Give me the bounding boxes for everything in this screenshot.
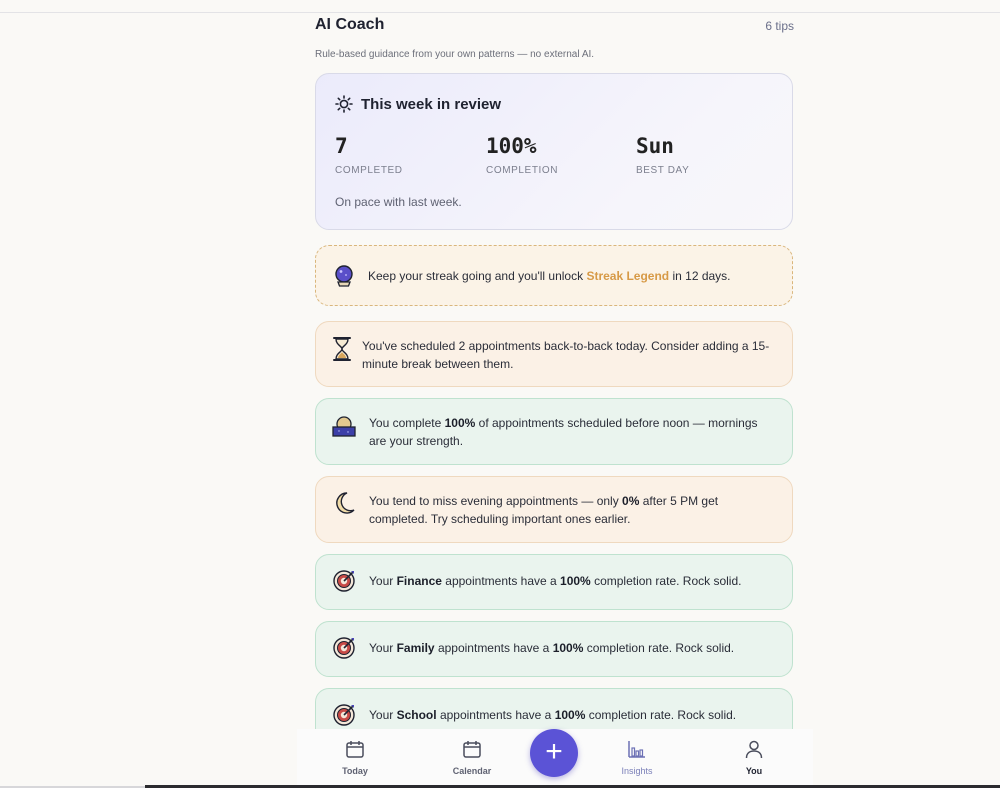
stat-value: Sun bbox=[636, 134, 674, 158]
hourglass-icon bbox=[333, 337, 351, 361]
nav-label: Today bbox=[342, 766, 368, 776]
tip-text: Your Finance appointments have a 100% co… bbox=[369, 574, 742, 588]
stat-value: 100% bbox=[486, 134, 537, 158]
bottom-nav: Today Calendar + Insights You bbox=[297, 729, 813, 785]
sunrise-icon bbox=[332, 416, 356, 437]
tip-card-evening[interactable]: You tend to miss evening appointments — … bbox=[315, 476, 793, 543]
calendar-day-icon bbox=[346, 741, 364, 758]
stat-label: BEST DAY bbox=[636, 165, 690, 176]
crystal-ball-icon bbox=[335, 265, 353, 287]
stat-label: COMPLETION bbox=[486, 165, 559, 176]
tip-card-finance[interactable]: Your Finance appointments have a 100% co… bbox=[315, 554, 793, 610]
stat-label: COMPLETED bbox=[335, 165, 403, 176]
tip-card-break[interactable]: You've scheduled 2 appointments back-to-… bbox=[315, 321, 793, 387]
tip-text: You've scheduled 2 appointments back-to-… bbox=[362, 339, 770, 371]
add-appointment-button[interactable]: + bbox=[530, 729, 578, 777]
stat-best-day: Sun BEST DAY bbox=[636, 133, 689, 176]
nav-today[interactable]: Today bbox=[320, 739, 390, 776]
tips-count[interactable]: 6 tips bbox=[765, 19, 794, 33]
stat-value: 7 bbox=[335, 134, 348, 158]
tip-card-family[interactable]: Your Family appointments have a 100% com… bbox=[315, 621, 793, 677]
target-icon bbox=[333, 704, 355, 726]
streak-badge-name: Streak Legend bbox=[586, 269, 670, 283]
week-review-card: This week in review 7 COMPLETED 100% COM… bbox=[315, 73, 793, 230]
tip-card-mornings[interactable]: You complete 100% of appointments schedu… bbox=[315, 398, 793, 465]
review-title: This week in review bbox=[361, 95, 502, 113]
page-subtitle: Rule-based guidance from your own patter… bbox=[315, 49, 595, 60]
top-divider bbox=[0, 12, 1000, 13]
stat-completion: 100% COMPLETION bbox=[486, 133, 558, 176]
target-icon bbox=[333, 637, 355, 659]
page-title: AI Coach bbox=[315, 16, 385, 33]
review-note: On pace with last week. bbox=[335, 195, 462, 209]
sun-icon bbox=[335, 95, 353, 113]
bar-chart-icon bbox=[628, 741, 645, 758]
nav-label: You bbox=[745, 766, 763, 776]
nav-you[interactable]: You bbox=[719, 739, 789, 776]
moon-icon bbox=[336, 492, 355, 514]
tip-text: You complete 100% of appointments schedu… bbox=[369, 416, 758, 448]
calendar-icon bbox=[463, 741, 481, 758]
nav-label: Insights bbox=[621, 766, 653, 776]
tip-text: You tend to miss evening appointments — … bbox=[369, 494, 719, 526]
streak-text: Keep your streak going and you'll unlock… bbox=[368, 269, 731, 283]
stat-completed: 7 COMPLETED bbox=[335, 133, 403, 176]
streak-tip-card[interactable]: Keep your streak going and you'll unlock… bbox=[315, 245, 793, 306]
nav-label: Calendar bbox=[452, 766, 492, 776]
tip-text: Your Family appointments have a 100% com… bbox=[369, 641, 735, 655]
plus-icon: + bbox=[545, 735, 563, 768]
tip-text: Your School appointments have a 100% com… bbox=[369, 708, 737, 722]
user-icon bbox=[745, 740, 763, 759]
nav-insights[interactable]: Insights bbox=[602, 739, 672, 776]
nav-calendar[interactable]: Calendar bbox=[437, 739, 507, 776]
target-icon bbox=[333, 570, 355, 592]
